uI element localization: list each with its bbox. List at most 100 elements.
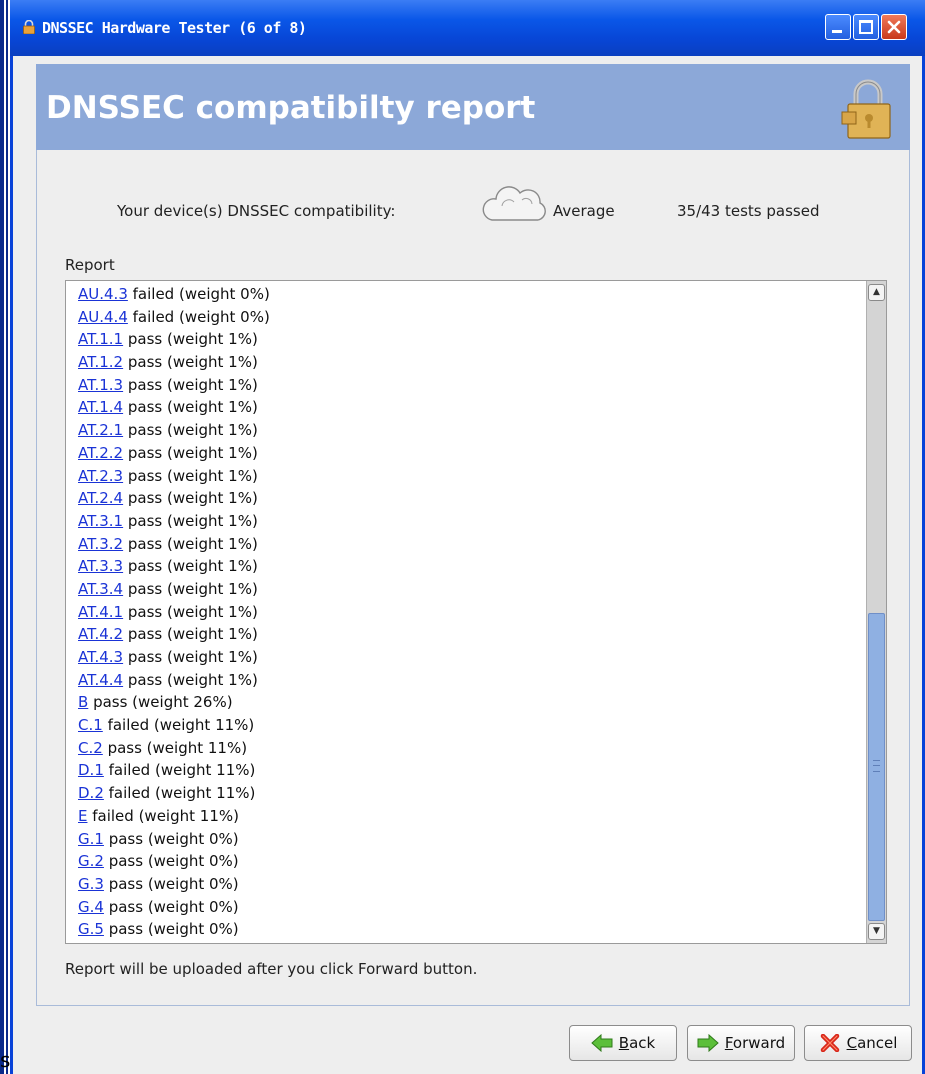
background-stripe: [0, 0, 4, 1074]
test-result: pass (weight 26%): [88, 693, 233, 712]
test-result: pass (weight 0%): [103, 897, 239, 916]
test-result: pass (weight 1%): [123, 398, 258, 417]
window-title: DNSSEC Hardware Tester (6 of 8): [42, 19, 307, 37]
test-link[interactable]: D.1: [78, 761, 104, 779]
test-link[interactable]: G.3: [78, 875, 104, 893]
test-link[interactable]: AU.4.3: [78, 285, 128, 303]
test-link[interactable]: AT.1.1: [78, 330, 123, 348]
report-line: AT.4.4 pass (weight 1%): [78, 669, 848, 692]
test-link[interactable]: C.2: [78, 739, 103, 757]
report-line: AT.2.1 pass (weight 1%): [78, 419, 848, 442]
report-line: AT.4.1 pass (weight 1%): [78, 601, 848, 624]
report-line: B pass (weight 26%): [78, 691, 848, 714]
minimize-button[interactable]: [825, 14, 851, 40]
report-line: AT.3.4 pass (weight 1%): [78, 578, 848, 601]
test-result: failed (weight 11%): [103, 761, 256, 780]
wizard-body: DNSSEC compatibilty report Your device(s…: [13, 56, 922, 1074]
background-window-edge: [0, 0, 10, 1074]
test-result: failed (weight 0%): [127, 307, 270, 326]
scroll-up-button[interactable]: ▲: [868, 284, 885, 301]
test-link[interactable]: AT.4.2: [78, 625, 123, 643]
compatibility-label: Your device(s) DNSSEC compatibility:: [117, 202, 396, 220]
test-link[interactable]: B: [78, 693, 88, 711]
test-result: failed (weight 11%): [102, 716, 255, 735]
test-result: pass (weight 1%): [123, 534, 258, 553]
test-link[interactable]: D.2: [78, 784, 104, 802]
test-result: pass (weight 11%): [102, 738, 248, 757]
test-link[interactable]: G.5: [78, 920, 104, 938]
report-line: D.2 failed (weight 11%): [78, 782, 848, 805]
report-list-box[interactable]: AU.4.3 failed (weight 0%) AU.4.4 failed (…: [65, 280, 887, 944]
report-line: AT.1.4 pass (weight 1%): [78, 396, 848, 419]
test-result: pass (weight 1%): [123, 511, 258, 530]
test-result: pass (weight 1%): [123, 670, 258, 689]
test-link[interactable]: G.1: [78, 830, 104, 848]
back-button[interactable]: Back: [569, 1025, 677, 1061]
test-result: failed (weight 11%): [87, 806, 239, 825]
test-link[interactable]: AT.4.1: [78, 603, 123, 621]
test-link[interactable]: AT.2.4: [78, 489, 123, 507]
test-link[interactable]: AT.3.3: [78, 557, 123, 575]
test-result: pass (weight 0%): [103, 852, 239, 871]
test-result: pass (weight 1%): [123, 625, 258, 644]
report-line: C.2 pass (weight 11%): [78, 737, 848, 760]
cloud-icon: [482, 186, 546, 221]
report-line: G.5 pass (weight 0%): [78, 918, 848, 941]
test-link[interactable]: AT.3.1: [78, 512, 123, 530]
background-stripe: [6, 0, 8, 1074]
close-icon: [887, 20, 901, 34]
forward-button[interactable]: Forward: [687, 1025, 795, 1061]
test-link[interactable]: G.2: [78, 852, 104, 870]
report-line: AT.3.1 pass (weight 1%): [78, 510, 848, 533]
test-link[interactable]: AT.2.2: [78, 444, 123, 462]
report-line: G.3 pass (weight 0%): [78, 873, 848, 896]
test-result: pass (weight 1%): [123, 466, 258, 485]
cancel-label: Cancel: [846, 1034, 898, 1052]
window-client-area: DNSSEC compatibilty report Your device(s…: [13, 56, 922, 1074]
tests-passed: 35/43 tests passed: [677, 202, 820, 220]
test-link[interactable]: AT.2.3: [78, 467, 123, 485]
test-result: pass (weight 1%): [123, 579, 258, 598]
test-link[interactable]: AT.2.1: [78, 421, 123, 439]
red-x-icon: [820, 1034, 839, 1052]
report-line: AT.2.2 pass (weight 1%): [78, 442, 848, 465]
test-link[interactable]: AT.4.3: [78, 648, 123, 666]
close-button[interactable]: [881, 14, 907, 40]
title-bar[interactable]: DNSSEC Hardware Tester (6 of 8): [10, 0, 925, 56]
maximize-icon: [859, 20, 873, 34]
report-line: G.4 pass (weight 0%): [78, 896, 848, 919]
test-link[interactable]: AT.1.2: [78, 353, 123, 371]
test-link[interactable]: AT.3.2: [78, 535, 123, 553]
test-result: pass (weight 1%): [123, 330, 258, 349]
padlock-icon: [841, 79, 891, 139]
test-link[interactable]: AT.1.3: [78, 376, 123, 394]
test-link[interactable]: AT.1.4: [78, 398, 123, 416]
report-line: AT.4.2 pass (weight 1%): [78, 623, 848, 646]
test-link[interactable]: AU.4.4: [78, 308, 128, 326]
arrow-right-icon: [697, 1034, 719, 1052]
grip-icon: [873, 760, 880, 772]
report-label: Report: [65, 256, 115, 274]
test-link[interactable]: G.4: [78, 898, 104, 916]
minimize-icon: [832, 30, 842, 33]
test-result: pass (weight 1%): [123, 375, 258, 394]
maximize-button[interactable]: [853, 14, 879, 40]
test-result: pass (weight 1%): [123, 353, 258, 372]
test-link[interactable]: AT.3.4: [78, 580, 123, 598]
cancel-button[interactable]: Cancel: [804, 1025, 912, 1061]
compatibility-value: Average: [553, 202, 615, 220]
vertical-scrollbar[interactable]: ▲ ▼: [866, 281, 886, 943]
wizard-window: DNSSEC Hardware Tester (6 of 8) DNSSEC c…: [10, 0, 925, 1074]
report-line: G.2 pass (weight 0%): [78, 850, 848, 873]
test-result: pass (weight 1%): [123, 557, 258, 576]
page-content: Your device(s) DNSSEC compatibility: Ave…: [36, 150, 910, 1006]
scroll-thumb[interactable]: [868, 613, 885, 921]
scroll-down-button[interactable]: ▼: [868, 923, 885, 940]
upload-note: Report will be uploaded after you click …: [65, 960, 478, 978]
test-result: pass (weight 1%): [123, 443, 258, 462]
background-text-fragment: s: [0, 1048, 11, 1072]
test-link[interactable]: AT.4.4: [78, 671, 123, 689]
test-result: pass (weight 0%): [103, 829, 239, 848]
report-line: D.1 failed (weight 11%): [78, 759, 848, 782]
test-link[interactable]: C.1: [78, 716, 103, 734]
